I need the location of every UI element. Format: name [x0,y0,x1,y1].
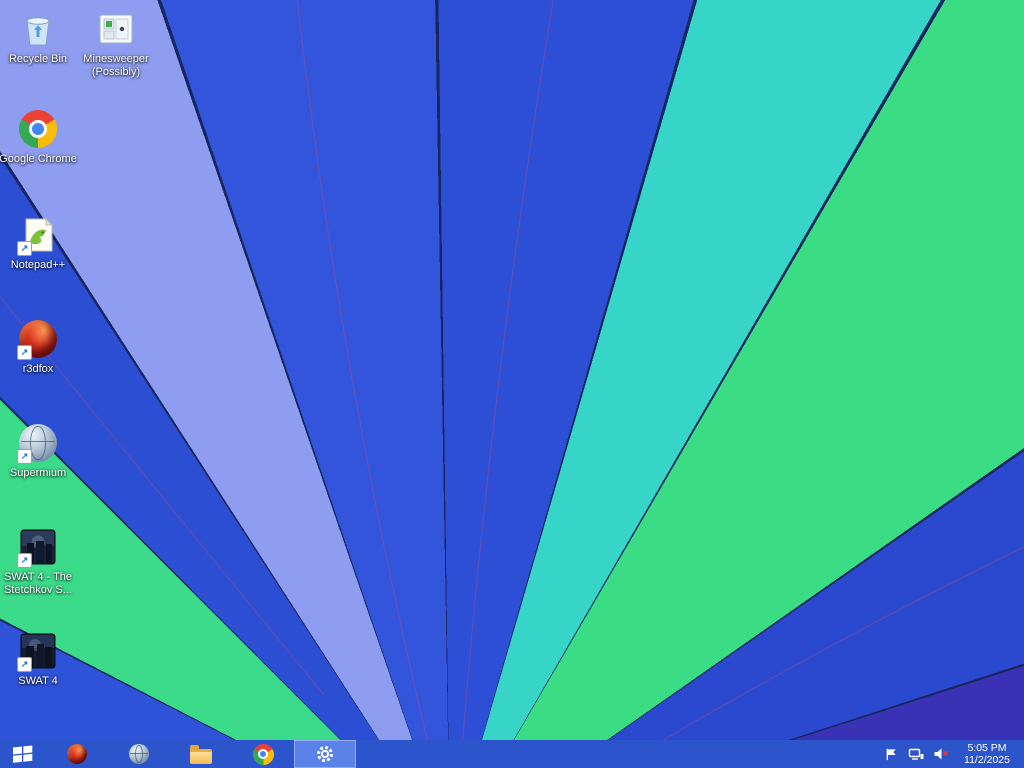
desktop-icon-label: Google Chrome [0,153,77,165]
desktop-icon-label: Supermium [9,467,67,479]
shortcut-arrow-icon [17,241,32,256]
start-button[interactable] [0,740,46,768]
taskbar-item-file-explorer[interactable] [170,740,232,768]
clock-date: 11/2/2025 [964,754,1010,766]
taskbar-item-chrome[interactable] [232,740,294,768]
system-tray: 5:05 PM 11/2/2025 [883,742,1024,766]
desktop-icon-supermium[interactable]: Supermium [0,422,81,480]
windows-start-icon [13,745,33,763]
taskbar: 5:05 PM 11/2/2025 [0,740,1024,768]
chrome-icon [252,743,274,765]
desktop-icon-google-chrome[interactable]: Google Chrome [0,108,81,166]
supermium-icon [17,422,59,464]
clock-time: 5:05 PM [967,742,1007,754]
gear-icon [317,746,333,762]
minesweeper-icon [95,8,137,50]
desktop-icon-label: SWAT 4 - The Stetchkov S... [3,571,73,596]
desktop-icon-label: Recycle Bin [8,53,68,65]
desktop-icon-recycle-bin[interactable]: Recycle Bin [0,8,81,66]
r3dfox-icon [67,744,87,764]
desktop-icon-notepadpp[interactable]: Notepad++ [0,214,81,272]
volume-muted-icon[interactable] [933,746,949,762]
r3dfox-icon [17,318,59,360]
recycle-bin-icon [17,8,59,50]
taskbar-clock[interactable]: 5:05 PM 11/2/2025 [958,742,1016,766]
desktop-icon-label: Minesweeper (Possibly) [83,53,149,78]
swat4-icon [17,630,59,672]
action-center-flag-icon[interactable] [883,746,899,762]
chrome-icon [17,108,59,150]
shortcut-arrow-icon [17,345,32,360]
desktop-icon-label: SWAT 4 [18,675,58,687]
desktop-icon-r3dfox[interactable]: r3dfox [0,318,81,376]
desktop-icon-minesweeper[interactable]: Minesweeper (Possibly) [73,8,159,79]
swat4-expansion-icon [17,526,59,568]
desktop-icon-swat4[interactable]: SWAT 4 [0,630,81,688]
shortcut-arrow-icon [17,657,32,672]
taskbar-item-settings[interactable] [294,740,356,768]
file-explorer-icon [190,744,212,764]
taskbar-item-supermium[interactable] [108,740,170,768]
network-icon[interactable] [908,746,924,762]
shortcut-arrow-icon [17,449,32,464]
supermium-icon [129,744,149,764]
desktop-wallpaper[interactable]: Recycle Bin Minesweeper (Possibly) Googl… [0,0,1024,768]
notepadpp-icon [17,214,59,256]
taskbar-item-r3dfox[interactable] [46,740,108,768]
desktop-icon-label: r3dfox [22,363,54,375]
wallpaper-stitch-lines [0,0,1024,762]
shortcut-arrow-icon [17,553,32,568]
desktop-icon-label: Notepad++ [10,259,66,271]
desktop-icon-swat4-stetchkov[interactable]: SWAT 4 - The Stetchkov S... [0,526,81,597]
